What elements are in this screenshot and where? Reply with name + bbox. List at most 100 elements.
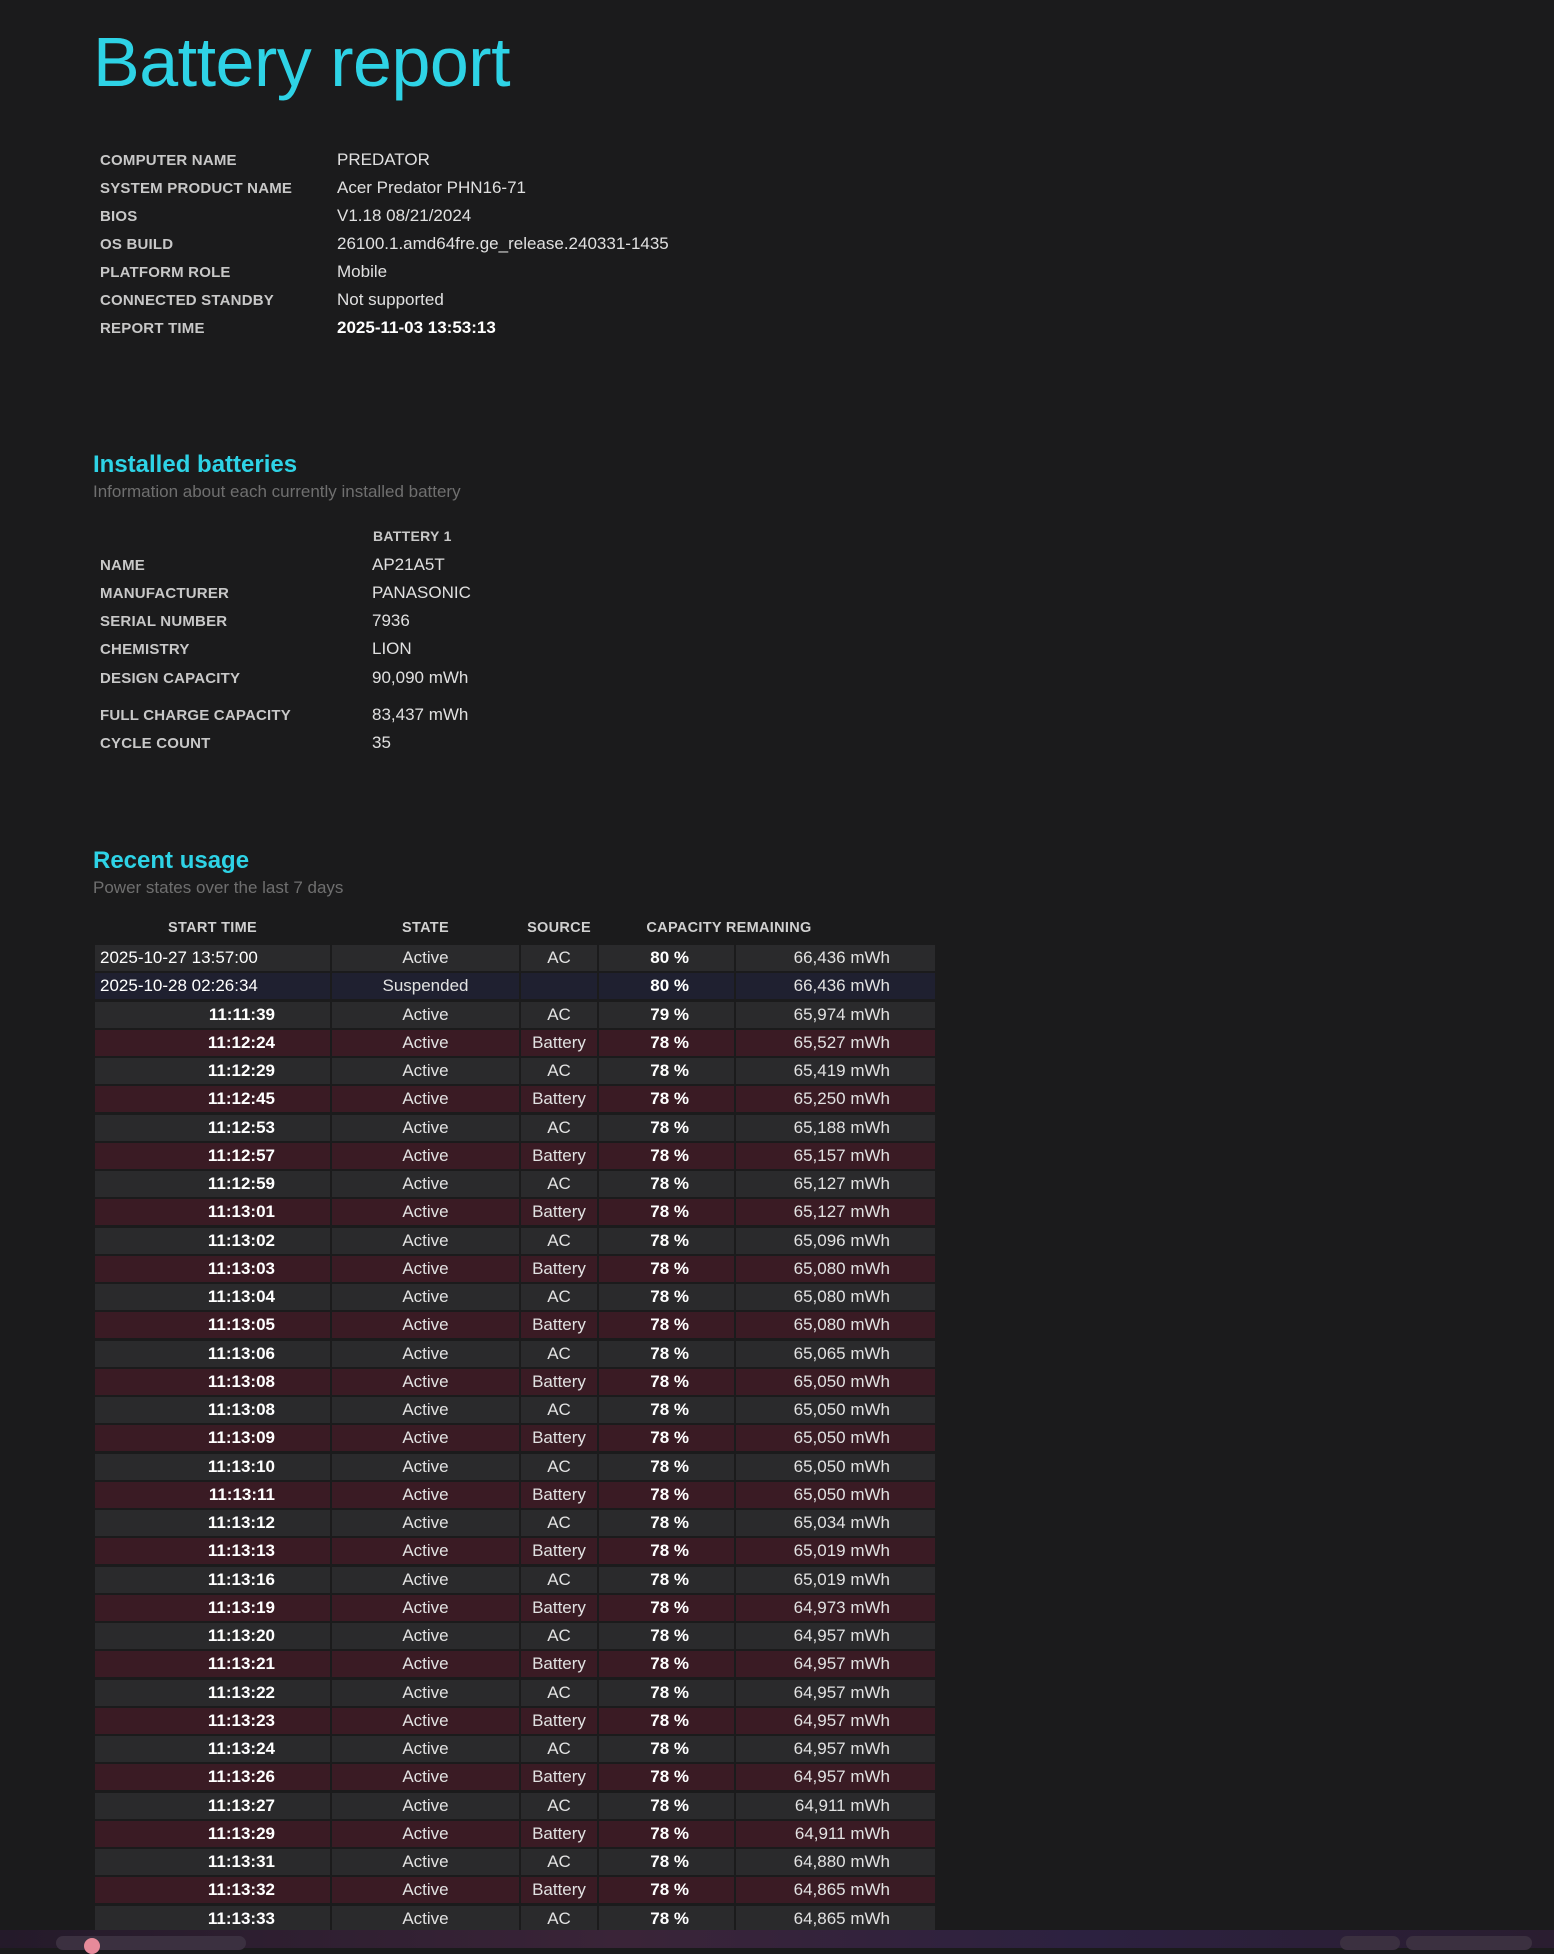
state-cell: Active <box>332 945 519 971</box>
table-row: 11:13:11 Active Battery 78 % 65,050 mWh <box>95 1481 935 1508</box>
capacity-mwh-cell: 65,050 mWh <box>736 1397 935 1423</box>
battery-value: 90,090 mWh <box>372 668 469 687</box>
source-cell: AC <box>521 945 597 971</box>
start-time-cell: 11:13:08 <box>95 1397 330 1423</box>
state-cell: Active <box>332 1255 519 1282</box>
state-cell: Active <box>332 1001 519 1028</box>
source-cell: Battery <box>521 1594 597 1621</box>
capacity-mwh-cell: 64,973 mWh <box>736 1594 935 1621</box>
state-cell: Active <box>332 1368 519 1395</box>
table-row: 11:13:23 Active Battery 78 % 64,957 mWh <box>95 1707 935 1734</box>
source-cell: AC <box>521 1340 597 1367</box>
source-cell: AC <box>521 1736 597 1762</box>
source-cell: Battery <box>521 1255 597 1282</box>
system-label: COMPUTER NAME <box>100 152 237 169</box>
table-row: 11:13:01 Active Battery 78 % 65,127 mWh <box>95 1199 935 1226</box>
table-row: 11:11:39 Active AC 79 % 65,974 mWh <box>95 1001 935 1028</box>
table-row: 11:13:05 Active Battery 78 % 65,080 mWh <box>95 1312 935 1339</box>
capacity-percent-cell: 78 % <box>599 1707 734 1734</box>
table-row: 2025-10-28 02:26:34 Suspended 80 % 66,436 m… <box>95 973 935 1000</box>
capacity-mwh-cell: 66,436 mWh <box>736 973 935 1000</box>
state-cell: Active <box>332 1623 519 1649</box>
system-value: Not supported <box>337 290 444 309</box>
table-row: 11:13:31 Active AC 78 % 64,880 mWh <box>95 1849 935 1875</box>
capacity-percent-cell: 78 % <box>599 1340 734 1367</box>
battery-value: AP21A5T <box>372 555 445 574</box>
start-time-cell: 11:13:16 <box>95 1566 330 1593</box>
capacity-mwh-cell: 65,080 mWh <box>736 1284 935 1310</box>
capacity-mwh-cell: 64,911 mWh <box>736 1820 935 1847</box>
start-time-cell: 11:13:26 <box>95 1764 330 1791</box>
start-time-cell: 11:13:11 <box>95 1481 330 1508</box>
battery-label: DESIGN CAPACITY <box>100 670 241 687</box>
table-row: 11:13:02 Active AC 78 % 65,096 mWh <box>95 1227 935 1254</box>
capacity-mwh-cell: 64,957 mWh <box>736 1651 935 1678</box>
system-value: V1.18 08/21/2024 <box>337 206 472 225</box>
source-cell: AC <box>521 1453 597 1480</box>
source-cell <box>521 973 597 1000</box>
capacity-percent-cell: 78 % <box>599 1820 734 1847</box>
capacity-percent-cell: 78 % <box>599 1679 734 1706</box>
source-cell: Battery <box>521 1199 597 1226</box>
state-cell: Active <box>332 1707 519 1734</box>
start-time-cell: 11:13:22 <box>95 1679 330 1706</box>
capacity-percent-cell: 78 % <box>599 1792 734 1819</box>
table-row: 11:13:06 Active AC 78 % 65,065 mWh <box>95 1340 935 1367</box>
battery-value: 7936 <box>372 611 410 630</box>
start-time-cell: 11:13:03 <box>95 1255 330 1282</box>
capacity-mwh-cell: 65,250 mWh <box>736 1086 935 1113</box>
start-time-cell: 11:13:05 <box>95 1312 330 1339</box>
capacity-percent-cell: 78 % <box>599 1284 734 1310</box>
source-cell: Battery <box>521 1368 597 1395</box>
state-cell: Active <box>332 1086 519 1113</box>
capacity-mwh-cell: 64,865 mWh <box>736 1905 935 1932</box>
start-time-cell: 11:13:33 <box>95 1905 330 1932</box>
report-time-value: 2025-11-03 13:53:13 <box>337 318 496 337</box>
source-cell: AC <box>521 1566 597 1593</box>
table-row: 11:13:03 Active Battery 78 % 65,080 mWh <box>95 1255 935 1282</box>
capacity-mwh-cell: 64,957 mWh <box>736 1764 935 1791</box>
installed-batteries-subtitle: Information about each currently install… <box>93 482 461 501</box>
capacity-mwh-cell: 64,911 mWh <box>736 1792 935 1819</box>
capacity-mwh-cell: 65,127 mWh <box>736 1199 935 1226</box>
source-cell: AC <box>521 1171 597 1197</box>
capacity-percent-cell: 78 % <box>599 1736 734 1762</box>
start-time-cell: 11:13:02 <box>95 1227 330 1254</box>
capacity-percent-cell: 78 % <box>599 1623 734 1649</box>
capacity-percent-cell: 78 % <box>599 1086 734 1113</box>
source-cell: Battery <box>521 1877 597 1904</box>
battery-label: CHEMISTRY <box>100 641 190 658</box>
state-cell: Active <box>332 1227 519 1254</box>
column-header-source: SOURCE <box>527 920 591 936</box>
capacity-percent-cell: 78 % <box>599 1114 734 1141</box>
source-cell: Battery <box>521 1538 597 1565</box>
start-time-cell: 11:13:23 <box>95 1707 330 1734</box>
state-cell: Active <box>332 1736 519 1762</box>
capacity-mwh-cell: 64,957 mWh <box>736 1679 935 1706</box>
capacity-mwh-cell: 65,050 mWh <box>736 1368 935 1395</box>
table-row: 11:13:32 Active Battery 78 % 64,865 mWh <box>95 1877 935 1904</box>
state-cell: Active <box>332 1679 519 1706</box>
table-row: 11:12:29 Active AC 78 % 65,419 mWh <box>95 1058 935 1084</box>
source-cell: AC <box>521 1001 597 1028</box>
source-cell: Battery <box>521 1764 597 1791</box>
capacity-percent-cell: 78 % <box>599 1481 734 1508</box>
capacity-percent-cell: 78 % <box>599 1312 734 1339</box>
system-label: BIOS <box>100 208 138 225</box>
state-cell: Active <box>332 1566 519 1593</box>
capacity-percent-cell: 78 % <box>599 1453 734 1480</box>
capacity-mwh-cell: 65,096 mWh <box>736 1227 935 1254</box>
capacity-percent-cell: 78 % <box>599 1877 734 1904</box>
start-time-cell: 11:13:09 <box>95 1425 330 1452</box>
source-cell: AC <box>521 1623 597 1649</box>
state-cell: Active <box>332 1849 519 1875</box>
page-title: Battery report <box>93 23 511 101</box>
table-row: 11:13:12 Active AC 78 % 65,034 mWh <box>95 1510 935 1536</box>
capacity-mwh-cell: 65,050 mWh <box>736 1481 935 1508</box>
column-header-capacity: CAPACITY REMAINING <box>646 920 812 936</box>
system-label: PLATFORM ROLE <box>100 264 231 281</box>
start-time-cell: 11:12:45 <box>95 1086 330 1113</box>
start-time-cell: 11:13:29 <box>95 1820 330 1847</box>
state-cell: Active <box>332 1651 519 1678</box>
capacity-mwh-cell: 65,127 mWh <box>736 1171 935 1197</box>
